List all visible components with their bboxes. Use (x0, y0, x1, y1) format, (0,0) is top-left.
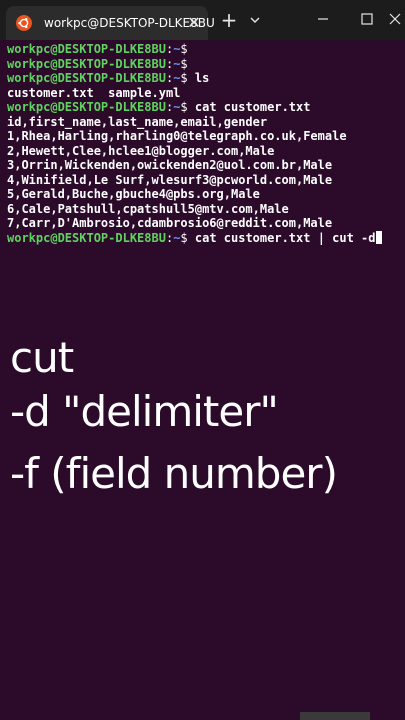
output-text: 5,Gerald,Buche,gbuche4@pbs.org,Male (7, 187, 260, 201)
scroll-indicator (300, 712, 370, 720)
prompt-symbol: $ (180, 56, 188, 71)
prompt-line: workpc@DESKTOP-DLKE8BU:~$ (7, 57, 382, 72)
terminal-tab[interactable]: workpc@DESKTOP-DLKE8BU ✕ (6, 6, 215, 40)
output-text: id,first_name,last_name,email,gender (7, 114, 268, 129)
minimize-button[interactable] (308, 6, 338, 32)
new-tab-button[interactable]: + (218, 9, 240, 31)
text-cursor (375, 230, 382, 244)
output-line: 1,Rhea,Harling,rharling0@telegraph.co.uk… (7, 129, 382, 144)
prompt-symbol: $ (180, 230, 188, 245)
prompt-user-host: workpc@DESKTOP-DLKE8BU (7, 230, 166, 245)
output-line: customer.txt sample.yml (7, 86, 382, 101)
terminal-output: workpc@DESKTOP-DLKE8BU:~$ workpc@DESKTOP-… (7, 42, 382, 245)
prompt-user-host: workpc@DESKTOP-DLKE8BU (7, 56, 166, 71)
output-text: customer.txt sample.yml (7, 85, 181, 100)
command-text: cat customer.txt | cut -d (187, 230, 376, 245)
output-line: 7,Carr,D'Ambrosio,cdambrosio6@reddit.com… (7, 216, 382, 231)
close-window-button[interactable] (386, 6, 405, 32)
prompt-symbol: $ (180, 71, 188, 85)
output-text: 3,Orrin,Wickenden,owickenden2@uol.com.br… (7, 158, 333, 172)
output-line: 3,Orrin,Wickenden,owickenden2@uol.com.br… (7, 158, 382, 173)
prompt-line: workpc@DESKTOP-DLKE8BU:~$ ls (7, 71, 382, 86)
prompt-user-host: workpc@DESKTOP-DLKE8BU (7, 42, 166, 56)
tab-close-icon[interactable]: ✕ (184, 13, 204, 33)
output-line: 6,Cale,Patshull,cpatshull5@mtv.com,Male (7, 202, 382, 217)
prompt-user-host: workpc@DESKTOP-DLKE8BU (7, 100, 166, 114)
prompt-user-host: workpc@DESKTOP-DLKE8BU (7, 71, 166, 85)
output-line: 2,Hewett,Clee,hclee1@blogger.com,Male (7, 144, 382, 159)
output-line: 5,Gerald,Buche,gbuche4@pbs.org,Male (7, 187, 382, 202)
output-text: 1,Rhea,Harling,rharling0@telegraph.co.uk… (7, 129, 347, 143)
command-text: cat customer.txt (187, 100, 311, 114)
caption-field-option: -f (field number) (10, 449, 338, 498)
caption-delimiter-option: -d "delimiter" (10, 387, 279, 436)
output-line: id,first_name,last_name,email,gender (7, 115, 382, 130)
title-bar: workpc@DESKTOP-DLKE8BU ✕ + (0, 0, 405, 40)
output-text: 4,Winifield,Le Surf,wlesurf3@pcworld.com… (7, 172, 333, 187)
prompt-symbol: $ (180, 42, 188, 56)
output-text: 7,Carr,D'Ambrosio,cdambrosio6@reddit.com… (7, 216, 333, 230)
output-text: 2,Hewett,Clee,hclee1@blogger.com,Male (7, 143, 275, 158)
command-text: ls (187, 71, 210, 85)
prompt-symbol: $ (180, 100, 188, 114)
output-line: 4,Winifield,Le Surf,wlesurf3@pcworld.com… (7, 173, 382, 188)
prompt-line: workpc@DESKTOP-DLKE8BU:~$ (7, 42, 382, 57)
caption-command: cut (10, 333, 74, 382)
ubuntu-icon (16, 15, 32, 31)
chevron-down-icon[interactable] (246, 9, 264, 31)
prompt-line: workpc@DESKTOP-DLKE8BU:~$ cat customer.t… (7, 230, 382, 246)
output-text: 6,Cale,Patshull,cpatshull5@mtv.com,Male (7, 201, 289, 216)
maximize-button[interactable] (352, 6, 382, 32)
prompt-line: workpc@DESKTOP-DLKE8BU:~$ cat customer.t… (7, 100, 382, 115)
